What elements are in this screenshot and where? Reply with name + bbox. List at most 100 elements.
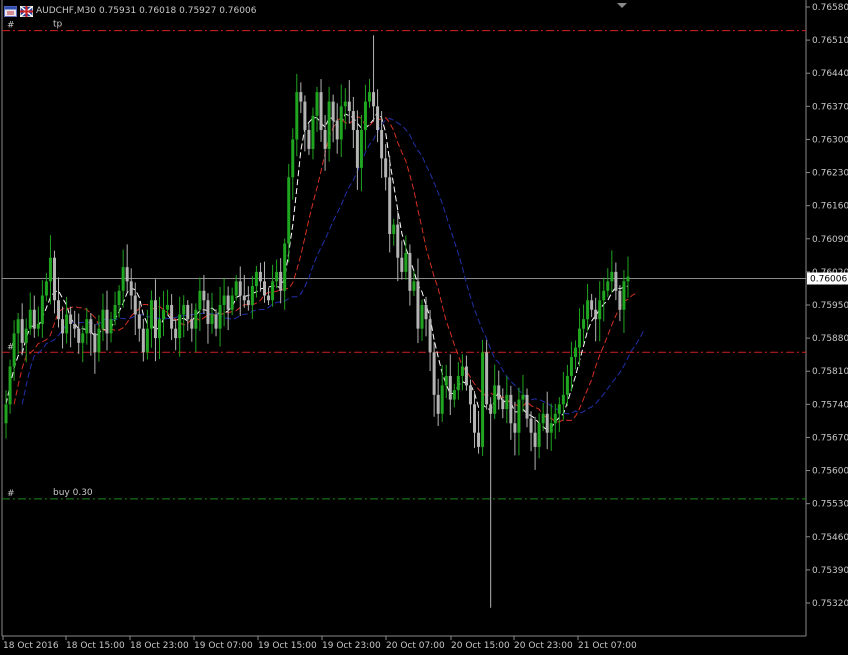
candle-body [129,281,133,296]
candle-body [77,328,81,343]
candle-body [363,101,367,130]
candle-body [400,257,404,272]
candle-body [521,394,525,400]
price-tick-label: 0.76230 [812,169,848,179]
candle-body [137,314,141,329]
candle-body [355,129,359,168]
candle-body [190,319,194,329]
price-chart[interactable]: # tp## buy 0.30 0.765800.765100.764400.763… [0,0,848,651]
price-tick-label: 0.76580 [812,3,848,13]
candle-body [578,328,582,348]
price-tick-label: 0.75810 [812,367,848,377]
chart-window[interactable]: # tp # # buy 0.30 0.76580 0.76510 0.76440 0.763… [0,0,848,651]
candle-body [242,295,246,301]
candle-body [594,309,598,320]
candle-body [339,106,343,140]
candle-body [586,300,590,320]
candle-body [109,319,113,334]
price-tick-label: 0.76300 [812,135,848,145]
candle-body [436,394,440,414]
candle-body [65,314,69,334]
candle-body [121,267,125,291]
candle-body [602,290,606,301]
price-tick-label: 0.75390 [812,566,848,576]
candle-body [505,394,509,410]
candle-body [315,92,319,116]
candle-body [299,92,303,102]
candle-body [61,319,65,334]
price-tick-label: 0.75460 [812,533,848,543]
time-tick-label: 21 Oct 07:00 [578,641,637,651]
candle-body [214,314,218,329]
price-tick-label: 0.75950 [812,301,848,311]
candle-body [533,432,537,447]
candle-body [81,333,85,343]
time-tick-label: 19 Oct 07:00 [194,641,253,651]
candle-body [529,418,533,433]
candle-body [452,390,456,400]
candle-body [117,290,121,305]
price-tick-label: 0.75880 [812,334,848,344]
candle-body [12,333,16,367]
candle-body [557,404,561,414]
candle-body [4,404,8,424]
time-tick-label: 20 Oct 07:00 [386,641,445,651]
candle-body [93,333,97,353]
candle-body [141,328,145,353]
candle-body [561,394,565,405]
candle-body [283,243,287,291]
candle-body [359,129,363,168]
candle-body [573,347,577,358]
candle-body [258,271,262,282]
candle-body [198,290,202,310]
candle-body [372,92,376,107]
candle-body [279,271,283,291]
candle-body [174,328,178,339]
ohlc-values: 0.75931 0.76018 0.75927 0.76006 [98,6,257,16]
level-hash-buy: # [7,489,15,499]
candle-body [218,305,222,329]
candle-body [408,252,412,291]
candle-body [513,423,517,433]
candle-body [32,309,36,329]
window-icon[interactable] [4,5,17,17]
candle-body [489,404,493,414]
candle-body [254,271,258,287]
flag-icon[interactable] [20,5,33,17]
candle-body [424,305,428,320]
candle-body [501,399,505,410]
chart-header: AUDCHF,M30 0.75931 0.76018 0.75927 0.760… [4,4,256,18]
candle-body [351,111,355,130]
candle-body [327,101,331,149]
candle-body [20,319,24,343]
candle-body [291,139,295,178]
candle-body [97,328,101,353]
candle-body [113,305,117,320]
time-tick-label: 19 Oct 23:00 [322,641,381,651]
candle-body [230,295,234,310]
price-tick-label: 0.75740 [812,400,848,410]
price-tick-label: 0.76510 [812,36,848,46]
candle-body [545,413,549,433]
candle-body [606,281,610,291]
candle-body [153,300,157,339]
candle-body [368,92,372,102]
candle-body [477,432,481,447]
candle-body [206,300,210,324]
candle-body [541,413,545,424]
candle-body [194,309,198,329]
price-tick-label: 0.76440 [812,69,848,79]
candle-body [69,314,73,324]
candle-body [376,106,380,130]
candle-body [517,399,521,433]
price-tick-label: 0.76090 [812,235,848,245]
candle-body [380,129,384,159]
candle-body [287,177,291,244]
candle-body [384,158,388,178]
candle-body [416,281,420,329]
level-label-buy: buy 0.30 [53,488,93,498]
price-tick-label: 0.76160 [812,202,848,212]
candle-body [133,295,137,315]
candle-body [412,281,416,291]
candle-body [319,92,323,130]
